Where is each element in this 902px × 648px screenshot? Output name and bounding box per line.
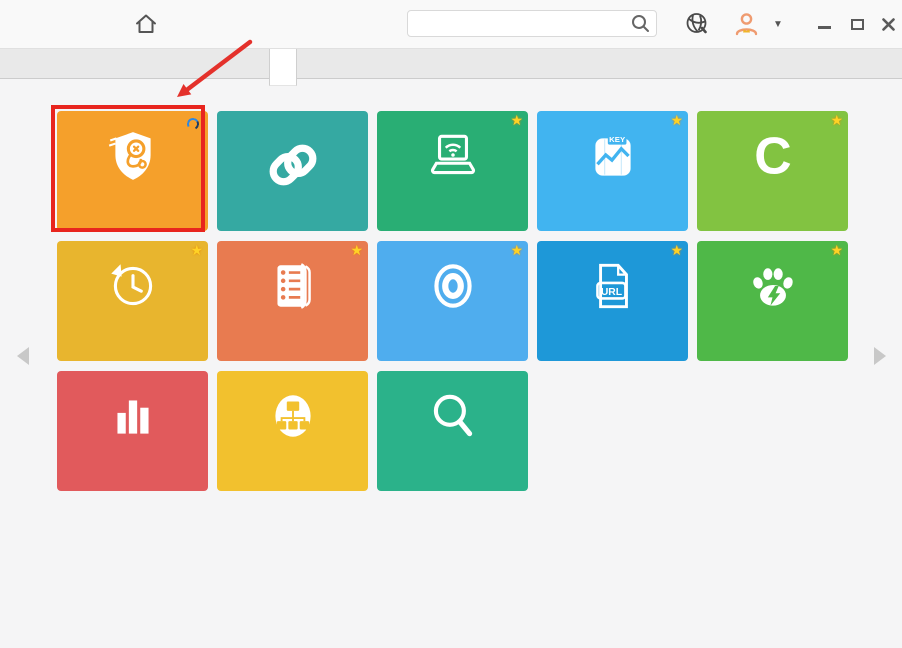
pager-left-icon[interactable] <box>17 347 29 365</box>
favorite-star-icon: ★ <box>510 243 523 257</box>
titlebar: ▼ <box>0 0 902 48</box>
home-icon[interactable] <box>134 12 158 36</box>
favorite-star-icon: ★ <box>670 113 683 127</box>
favorite-star-icon: ★ <box>830 243 843 257</box>
letter-c-icon: C <box>697 127 848 185</box>
tile-remote-ranking[interactable] <box>57 371 208 491</box>
favorite-star-icon: ★ <box>350 243 363 257</box>
chain-link-icon <box>217 136 368 194</box>
tile-keyword-mining[interactable]: C★ <box>697 111 848 231</box>
tab-optimization-assist[interactable] <box>269 49 297 86</box>
pager-right-icon[interactable] <box>874 347 886 365</box>
tile-website-checkup[interactable] <box>57 111 208 231</box>
tab-encoding-convert[interactable] <box>297 49 323 78</box>
app-logo <box>14 8 16 9</box>
favorite-star-icon: ★ <box>830 113 843 127</box>
favorite-star-icon: ★ <box>510 113 523 127</box>
sitemap-icon <box>217 387 368 445</box>
magnifier-icon <box>377 387 528 445</box>
tile-baidu-url-submit[interactable]: URL ★ <box>537 241 688 361</box>
paw-lightning-icon <box>697 257 848 315</box>
maximize-button[interactable] <box>846 14 868 34</box>
tab-common-tools[interactable] <box>243 49 269 78</box>
laptop-wifi-icon <box>377 127 528 185</box>
search-icon[interactable] <box>630 13 651 39</box>
notebook-list-icon <box>217 257 368 315</box>
tile-index-rate-dead-link[interactable]: ★ <box>377 241 528 361</box>
chevron-down-icon[interactable]: ▼ <box>773 19 783 30</box>
search-input[interactable] <box>407 10 657 37</box>
favorite-star-icon: ★ <box>670 243 683 257</box>
search-box <box>407 10 657 37</box>
tab-bar <box>0 48 902 79</box>
favorite-star-icon: ★ <box>190 243 203 257</box>
history-clock-icon <box>57 257 208 315</box>
ring-icon <box>377 257 528 315</box>
network-globe-icon[interactable] <box>684 11 710 42</box>
svg-text:KEY: KEY <box>609 135 626 144</box>
user-avatar-icon[interactable] <box>733 11 760 43</box>
svg-text:C: C <box>754 127 791 185</box>
shield-stethoscope-icon <box>57 127 208 185</box>
tile-site-group-query[interactable]: ★ <box>217 241 368 361</box>
tab-small-utilities[interactable] <box>323 49 349 78</box>
tile-comprehensive-query[interactable] <box>377 371 528 491</box>
tab-other-tools[interactable] <box>349 49 375 78</box>
svg-text:URL: URL <box>600 287 621 298</box>
tile-baidu-backlinks[interactable]: ★ <box>697 241 848 361</box>
tile-keyword-realtime-monitor[interactable]: ★ <box>377 111 528 231</box>
tile-keyword-backend-monitor[interactable]: KEY ★ <box>537 111 688 231</box>
tool-grid-area: ★ KEY★ C★ ★ ★ ★ URL★ ★ <box>0 79 902 648</box>
minimize-button[interactable] <box>813 14 835 34</box>
tile-link-exchange[interactable] <box>217 111 368 231</box>
url-document-icon: URL <box>537 257 688 315</box>
key-chart-icon: KEY <box>537 127 688 185</box>
bar-chart-icon <box>57 387 208 445</box>
app-window: ▼ ★ KEY★ C★ ★ ★ ★ <box>0 0 902 648</box>
tile-log-analysis[interactable]: ★ <box>57 241 208 361</box>
tile-sitemap[interactable] <box>217 371 368 491</box>
close-button[interactable] <box>877 14 899 34</box>
